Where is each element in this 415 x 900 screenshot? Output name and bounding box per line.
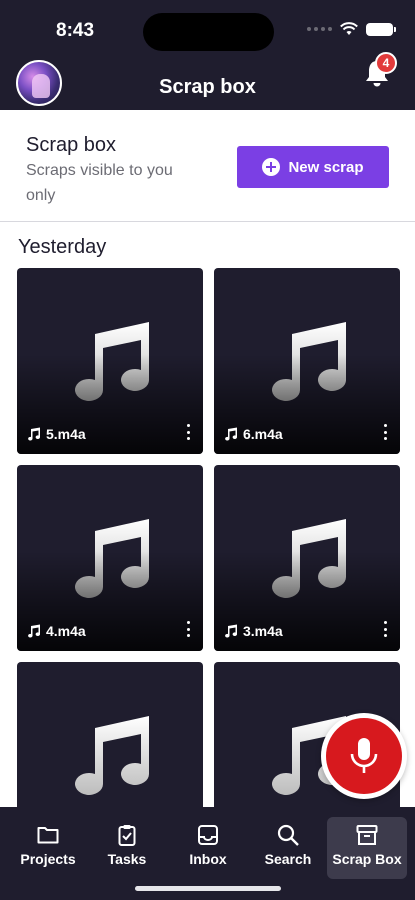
notification-badge: 4 [375,52,397,74]
scrap-tile[interactable]: 4.m4a [17,465,203,651]
music-note-small-icon [28,624,41,638]
scrap-filename: 4.m4a [27,623,86,639]
plus-circle-icon [262,158,281,176]
dynamic-island [143,13,274,51]
scrap-filename: 3.m4a [224,623,283,639]
cellular-signal-icon [307,27,332,31]
page-title: Scrap box [159,76,256,98]
search-icon [277,824,299,846]
tab-projects[interactable]: Projects [12,817,84,879]
scrap-filename: 6.m4a [224,426,283,442]
music-note-icon [75,716,149,795]
status-icons [307,22,396,36]
app-header: 8:43 Scrap box 4 [0,0,415,110]
status-time: 8:43 [56,20,95,41]
section-subtitle: Scraps visible to you only [26,162,173,204]
wifi-icon [340,22,358,35]
archive-box-icon [356,825,378,845]
music-note-small-icon [28,427,41,441]
more-options-icon[interactable] [185,424,191,440]
scrap-box-section-header: Scrap box Scraps visible to you only New… [0,110,415,222]
microphone-icon [350,738,378,773]
tab-inbox[interactable]: Inbox [176,817,240,879]
home-indicator [135,886,281,891]
inbox-icon [198,825,218,845]
tab-scrap-box[interactable]: Scrap Box [327,817,407,879]
more-options-icon[interactable] [382,424,388,440]
new-scrap-button[interactable]: New scrap [237,146,389,188]
group-label: Yesterday [18,236,107,258]
scrap-tile[interactable]: 6.m4a [214,268,400,454]
scrap-tile[interactable]: 5.m4a [17,268,203,454]
battery-icon [366,22,396,36]
tab-search[interactable]: Search [255,817,321,879]
music-note-small-icon [225,427,238,441]
record-button[interactable] [321,713,407,799]
clipboard-check-icon [118,825,136,846]
scrap-tile[interactable]: 3.m4a [214,465,400,651]
more-options-icon[interactable] [382,621,388,637]
section-title: Scrap box [26,134,117,156]
music-note-small-icon [225,624,238,638]
scrap-filename: 5.m4a [27,426,86,442]
tab-tasks[interactable]: Tasks [94,817,160,879]
folder-icon [37,827,59,844]
more-options-icon[interactable] [185,621,191,637]
new-scrap-label: New scrap [288,158,364,176]
